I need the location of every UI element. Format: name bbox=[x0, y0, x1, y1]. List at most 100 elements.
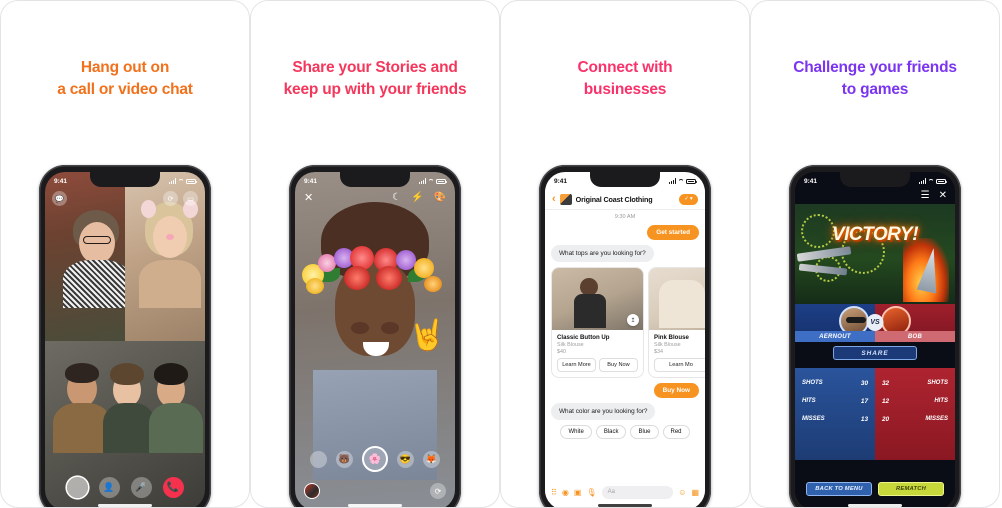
flip-camera-icon[interactable]: ⟳ bbox=[430, 483, 446, 499]
close-icon[interactable]: ✕ bbox=[304, 191, 313, 204]
video-toggle-icon[interactable]: ▭ bbox=[183, 191, 198, 206]
stat-row: HITS 12 bbox=[882, 392, 948, 410]
preview-card-call[interactable]: Hang out on a call or video chat 9:41 💬 … bbox=[0, 0, 250, 508]
filter-option[interactable]: 😎 bbox=[397, 450, 414, 468]
message-input[interactable]: Aa bbox=[601, 485, 674, 499]
apps-icon[interactable]: ⠿ bbox=[551, 488, 557, 497]
game-result-screen: 9:41 ☰ ✕ VICTORY! AERNOUT BOB VS SHARE S… bbox=[795, 172, 955, 507]
video-call-top-bar: 💬 ⟳ ▭ bbox=[45, 191, 205, 206]
wifi-icon bbox=[928, 179, 934, 184]
flash-icon[interactable]: ⚡ bbox=[411, 192, 423, 203]
night-mode-icon[interactable]: ☾ bbox=[392, 192, 401, 203]
match-stats: SHOTS 30 HITS 17 MISSES 13 SHOTS 32 HITS 12 M… bbox=[795, 368, 955, 460]
status-time: 9:41 bbox=[804, 177, 818, 185]
game-nav-icons: ☰ ✕ bbox=[921, 190, 947, 201]
share-icon[interactable]: ↥ bbox=[627, 314, 639, 326]
product-name: Pink Blouse bbox=[654, 334, 689, 341]
camera-bottom-bar: ⟳ bbox=[295, 483, 455, 499]
phone-mockup-business: 9:41 ‹ Original Coast Clothing ✓ ▾ 9:30 … bbox=[539, 165, 711, 507]
notch bbox=[340, 172, 410, 187]
product-image bbox=[649, 268, 705, 330]
message-bubble-buy-now[interactable]: Buy Now bbox=[653, 383, 699, 398]
effects-button[interactable] bbox=[66, 477, 88, 498]
chat-bubble-icon[interactable]: 💬 bbox=[52, 191, 67, 206]
stat-value: 20 bbox=[882, 415, 890, 423]
video-call-top-right-icons: ⟳ ▭ bbox=[163, 191, 198, 206]
menu-icon[interactable]: ☰ bbox=[921, 190, 930, 201]
product-price: $34 bbox=[654, 349, 663, 355]
phone-screen: 9:41 ☰ ✕ VICTORY! AERNOUT BOB VS SHARE S… bbox=[795, 172, 955, 507]
message-bubble: What color are you looking for? bbox=[551, 403, 656, 420]
stat-value: 30 bbox=[860, 379, 868, 387]
stat-value: 17 bbox=[860, 397, 868, 405]
flip-camera-icon[interactable]: ⟳ bbox=[163, 191, 178, 206]
flower-crown-filter bbox=[300, 246, 450, 294]
chat-message-list[interactable]: 9:30 AM Get started What tops are you lo… bbox=[545, 210, 705, 482]
message-bubble-get-started[interactable]: Get started bbox=[647, 225, 699, 240]
product-actions: Learn More Buy Now bbox=[552, 358, 643, 377]
incoming-message: What color are you looking for? bbox=[551, 398, 699, 420]
home-indicator bbox=[348, 504, 402, 507]
status-indicators bbox=[168, 178, 198, 184]
camera-icon[interactable]: ◉ bbox=[562, 488, 569, 497]
product-carousel[interactable]: ↥ Classic Button Up Silk Blouse $40 Lear… bbox=[551, 267, 705, 378]
add-person-icon[interactable]: 👤 bbox=[98, 477, 120, 498]
learn-more-button[interactable]: Learn Mo bbox=[654, 358, 705, 372]
phone-mockup-call: 9:41 💬 ⟳ ▭ 👤 � bbox=[39, 165, 211, 507]
stat-label: HITS bbox=[934, 398, 948, 404]
stat-label: SHOTS bbox=[802, 380, 823, 386]
palette-icon[interactable]: 🎨 bbox=[434, 192, 446, 203]
stat-value: 13 bbox=[860, 415, 868, 423]
preview-card-games[interactable]: Challenge your friends to games 9:41 ☰ ✕… bbox=[750, 0, 1000, 508]
filter-option[interactable]: 🐻 bbox=[336, 450, 353, 468]
stat-label: MISSES bbox=[925, 416, 948, 422]
product-subtitle: Silk Blouse bbox=[654, 342, 681, 348]
video-call-grid bbox=[45, 172, 205, 507]
quick-reply-red[interactable]: Red bbox=[662, 425, 690, 439]
buy-now-button[interactable]: Buy Now bbox=[599, 358, 638, 372]
message-composer: ⠿ ◉ ▣ 🎙 Aa ☺ ▦ bbox=[545, 482, 705, 502]
product-card[interactable]: Pink Blouse Silk Blouse $34 Learn Mo bbox=[648, 267, 705, 378]
player-left: AERNOUT bbox=[795, 304, 875, 342]
preview-card-stories[interactable]: Share your Stories and keep up with your… bbox=[250, 0, 500, 508]
status-time: 9:41 bbox=[304, 177, 318, 185]
back-icon[interactable]: ‹ bbox=[552, 193, 556, 205]
filter-none-option[interactable] bbox=[310, 450, 327, 468]
stat-value: 32 bbox=[882, 379, 890, 387]
preview-card-business[interactable]: Connect with businesses 9:41 ‹ Original … bbox=[500, 0, 750, 508]
phone-screen: 🤘 9:41 ✕ ☾ ⚡ 🎨 🐻 🌸 😎 🦊 ⟳ bbox=[295, 172, 455, 507]
sticker-icon[interactable]: ▦ bbox=[691, 488, 699, 497]
quick-reply-black[interactable]: Black bbox=[595, 425, 627, 439]
microphone-icon[interactable]: 🎙 bbox=[586, 488, 596, 497]
quick-reply-white[interactable]: White bbox=[560, 425, 592, 439]
share-button[interactable]: SHARE bbox=[833, 346, 917, 360]
stats-right: SHOTS 32 HITS 12 MISSES 20 bbox=[875, 368, 955, 460]
verified-badge[interactable]: ✓ ▾ bbox=[679, 193, 698, 205]
filter-option[interactable]: 🦊 bbox=[423, 450, 440, 468]
chat-title: Original Coast Clothing bbox=[575, 194, 653, 204]
stat-row: HITS 17 bbox=[802, 392, 868, 410]
quick-reply-blue[interactable]: Blue bbox=[630, 425, 659, 439]
gallery-thumbnail-icon[interactable] bbox=[304, 483, 320, 499]
learn-more-button[interactable]: Learn More bbox=[557, 358, 596, 372]
close-icon[interactable]: ✕ bbox=[939, 190, 947, 201]
home-indicator bbox=[98, 504, 152, 507]
mute-icon[interactable]: 🎤 bbox=[130, 477, 152, 498]
end-call-button[interactable]: 📞 bbox=[162, 477, 184, 498]
video-call-controls: 👤 🎤 📞 bbox=[45, 477, 205, 498]
card-headline: Connect with businesses bbox=[577, 59, 673, 99]
card-headline: Share your Stories and keep up with your… bbox=[283, 59, 467, 99]
stat-label: HITS bbox=[802, 398, 816, 404]
battery-icon bbox=[936, 178, 948, 184]
product-image: ↥ bbox=[552, 268, 643, 330]
hand-gesture-sticker: 🤘 bbox=[408, 319, 446, 352]
vs-badge: VS bbox=[866, 314, 884, 331]
emoji-icon[interactable]: ☺ bbox=[678, 488, 686, 497]
product-card[interactable]: ↥ Classic Button Up Silk Blouse $40 Lear… bbox=[551, 267, 644, 378]
rematch-button[interactable]: REMATCH bbox=[878, 482, 944, 496]
notch bbox=[840, 172, 910, 187]
player-vs-header: AERNOUT BOB VS bbox=[795, 304, 955, 342]
photos-icon[interactable]: ▣ bbox=[574, 488, 582, 497]
back-to-menu-button[interactable]: BACK TO MENU bbox=[806, 482, 872, 496]
shutter-button[interactable]: 🌸 bbox=[362, 446, 388, 472]
